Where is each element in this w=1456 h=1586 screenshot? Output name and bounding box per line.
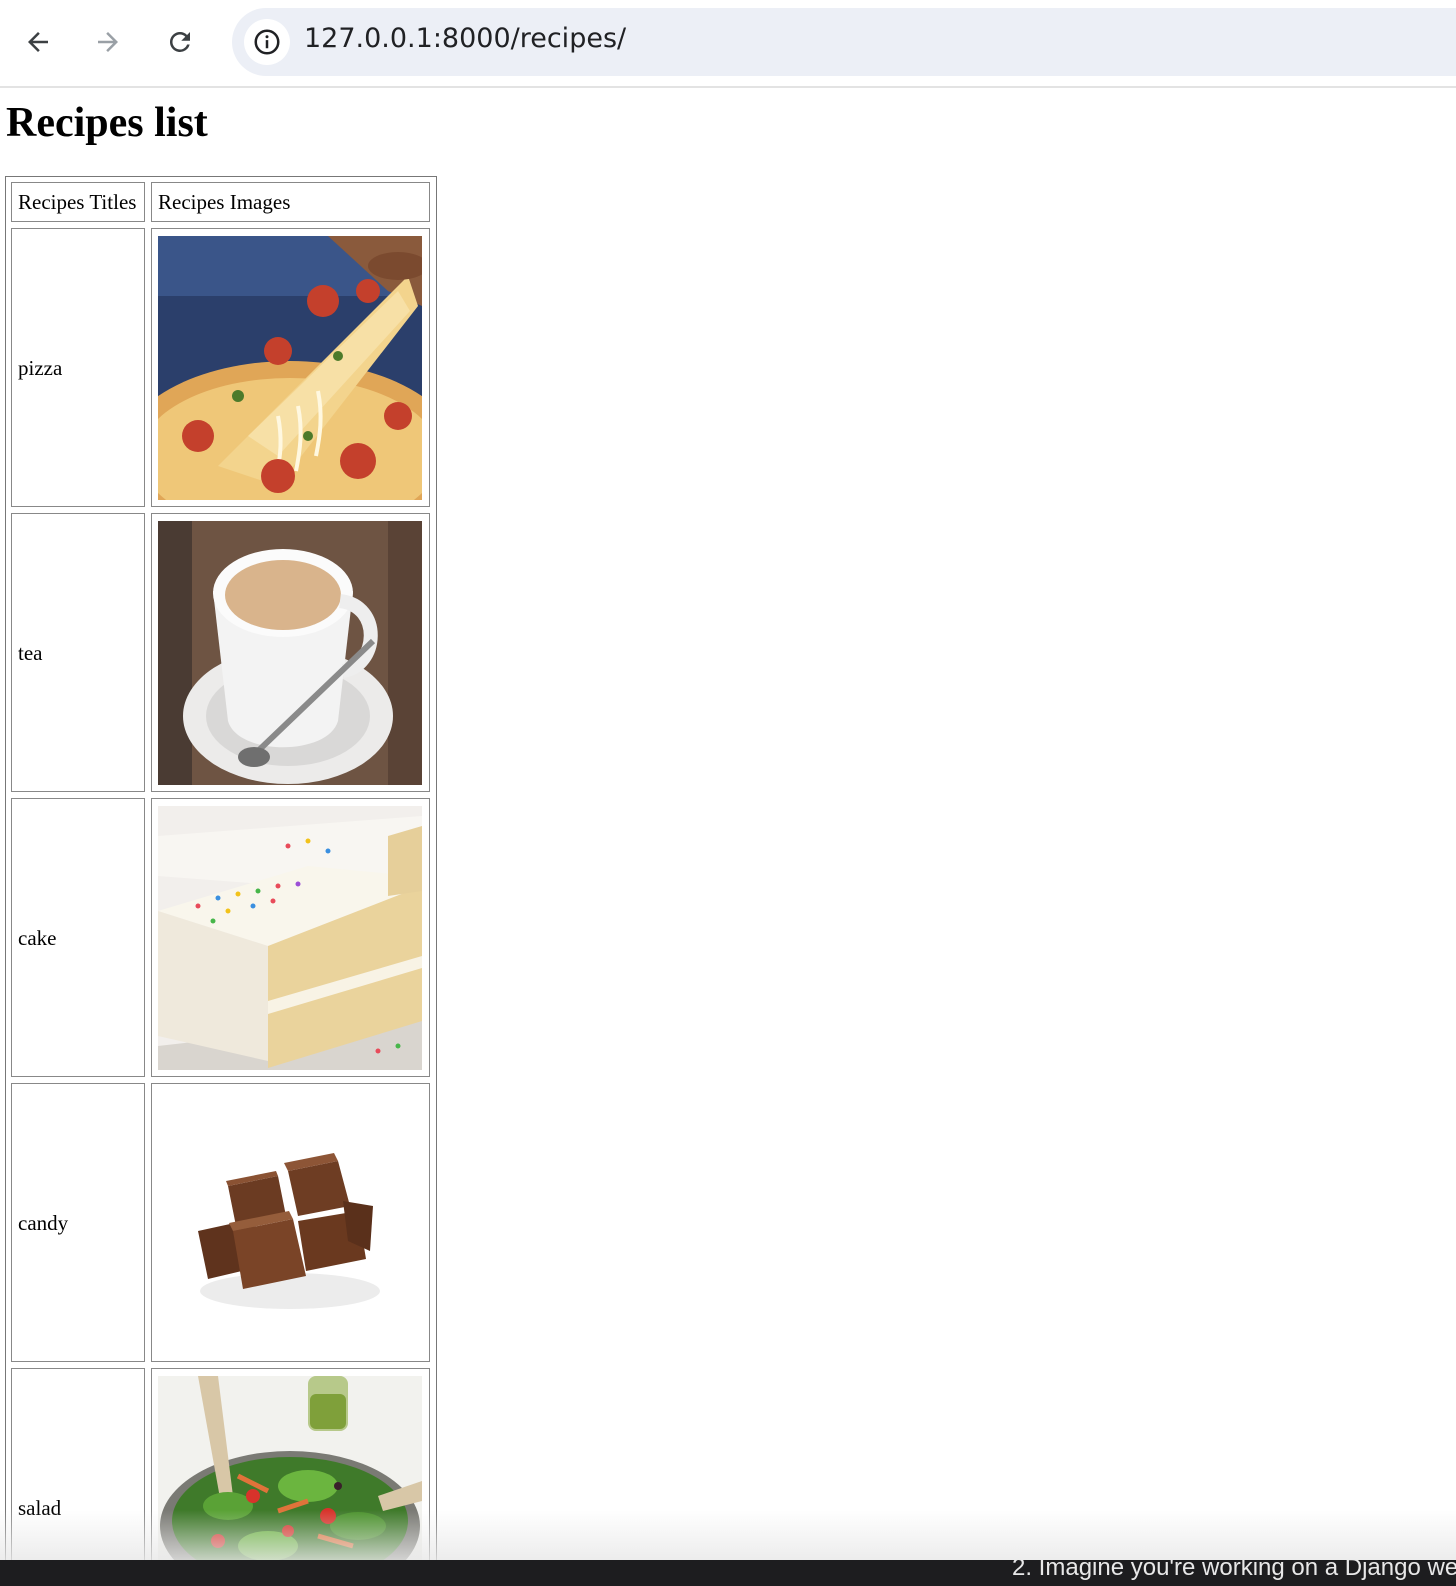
recipe-title: tea: [11, 513, 145, 792]
reload-button[interactable]: [158, 20, 202, 64]
recipe-image-cell: [151, 798, 430, 1077]
address-bar[interactable]: 127.0.0.1:8000/recipes/: [232, 8, 1456, 76]
candy-image: [158, 1090, 422, 1355]
tea-image: [158, 520, 422, 785]
background-window-strip: 2. Imagine you're working on a Django we…: [0, 1560, 1456, 1586]
header-recipes-titles: Recipes Titles: [11, 182, 145, 222]
back-button[interactable]: [16, 20, 60, 64]
info-icon: [254, 29, 280, 55]
page-title: Recipes list: [6, 100, 208, 146]
url-text[interactable]: 127.0.0.1:8000/recipes/: [304, 23, 626, 54]
table-row: candy: [11, 1083, 431, 1362]
recipe-image-cell: [151, 228, 430, 507]
arrow-right-icon: [98, 32, 118, 52]
recipes-table: Recipes Titles Recipes Images pizza tea …: [5, 176, 437, 1586]
site-info-button[interactable]: [244, 19, 290, 65]
recipe-title: cake: [11, 798, 145, 1077]
forward-button[interactable]: [86, 20, 130, 64]
cake-image: [158, 805, 422, 1070]
browser-toolbar: 127.0.0.1:8000/recipes/: [0, 0, 1456, 88]
table-header-row: Recipes Titles Recipes Images: [11, 182, 431, 222]
arrow-left-icon: [28, 32, 48, 52]
table-row: pizza: [11, 228, 431, 507]
recipe-image-cell: [151, 1083, 430, 1362]
bottom-fade: [0, 1510, 1456, 1566]
recipe-title: candy: [11, 1083, 145, 1362]
table-row: cake: [11, 798, 431, 1077]
recipe-image-cell: [151, 513, 430, 792]
recipe-title: pizza: [11, 228, 145, 507]
reload-icon: [169, 31, 190, 52]
header-recipes-images: Recipes Images: [151, 182, 430, 222]
background-window-text: 2. Imagine you're working on a Django we…: [1012, 1560, 1456, 1581]
table-row: tea: [11, 513, 431, 792]
pizza-image: [158, 235, 422, 500]
